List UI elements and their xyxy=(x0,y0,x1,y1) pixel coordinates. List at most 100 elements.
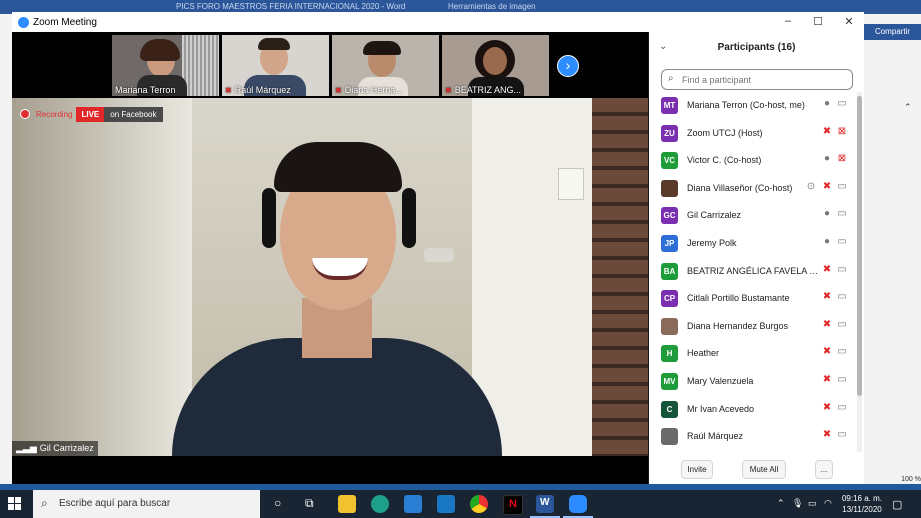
thumbnail-name: Mariana Terron xyxy=(115,85,176,95)
edge-icon[interactable] xyxy=(371,495,389,513)
muted-mic-icon[interactable]: ✖ xyxy=(821,126,833,137)
invite-button[interactable]: Invite xyxy=(681,460,713,479)
participant-name: Diana Hernandez Burgos xyxy=(687,320,789,331)
muted-mic-icon[interactable]: ✖ xyxy=(821,374,833,385)
participant-row[interactable]: GC Gil Carrizalez ● ▭ xyxy=(649,202,855,229)
zoom-logo-icon xyxy=(18,17,29,28)
word-context-tab[interactable]: Herramientas de imagen xyxy=(448,2,536,11)
thumbnail-name: ✖ BEATRIZ ANG... xyxy=(445,85,522,95)
notifications-icon[interactable]: ▢ xyxy=(892,498,902,511)
participant-search[interactable]: ⌕ xyxy=(661,69,853,90)
word-doc-title: PICS FORO MAESTROS FERIA INTERNACIONAL 2… xyxy=(176,2,406,11)
participant-row[interactable]: C Mr Ivan Acevedo ✖ ▭ xyxy=(649,396,855,423)
camera-icon[interactable]: ▭ xyxy=(835,236,849,247)
mail-icon[interactable] xyxy=(404,495,422,513)
muted-mic-icon[interactable]: ✖ xyxy=(821,181,833,192)
muted-mic-icon[interactable]: ✖ xyxy=(821,429,833,440)
participant-row[interactable]: JP Jeremy Polk ● ▭ xyxy=(649,230,855,257)
camera-icon[interactable]: ▭ xyxy=(835,264,849,275)
camera-icon[interactable]: ▭ xyxy=(835,98,849,109)
clock-time: 09:16 a. m. xyxy=(841,494,883,503)
cortana-icon[interactable]: ○ xyxy=(274,496,281,510)
mic-icon[interactable]: ● xyxy=(821,153,833,164)
camera-icon[interactable]: ▭ xyxy=(835,181,849,192)
avatar xyxy=(661,179,678,197)
mute-all-button[interactable]: Mute All xyxy=(742,460,786,479)
window-title: Zoom Meeting xyxy=(33,17,97,28)
muted-mic-icon[interactable]: ✖ xyxy=(821,319,833,330)
camera-off-icon[interactable]: ⊠ xyxy=(835,126,849,137)
camera-icon[interactable]: ▭ xyxy=(835,319,849,330)
thumbnail-video[interactable]: ✖ Diana Herna... xyxy=(332,35,439,96)
taskbar-search[interactable]: ⌕ Escribe aquí para buscar xyxy=(33,490,260,518)
start-button[interactable] xyxy=(8,497,22,511)
facebook-badge[interactable]: on Facebook xyxy=(104,106,163,122)
netflix-icon[interactable]: N xyxy=(503,495,523,515)
participant-name: Mary Valenzuela xyxy=(687,376,754,386)
camera-icon[interactable]: ▭ xyxy=(835,374,849,385)
camera-icon[interactable]: ▭ xyxy=(835,429,849,440)
word-zoom-level[interactable]: 100 % xyxy=(864,476,921,483)
participant-row[interactable]: MT Mariana Terron (Co-host, me) ● ▭ xyxy=(649,92,855,119)
participant-name: BEATRIZ ANGÉLICA FAVELA SAN... xyxy=(687,265,822,276)
muted-mic-icon[interactable]: ✖ xyxy=(821,346,833,357)
mic-icon[interactable]: ● xyxy=(821,98,833,109)
camera-icon[interactable]: ▭ xyxy=(835,208,849,219)
recording-label: Recording xyxy=(36,109,73,119)
participant-row[interactable]: Diana Hernandez Burgos ✖ ▭ xyxy=(649,313,855,340)
maximize-button[interactable]: ☐ xyxy=(811,15,825,28)
participant-row[interactable]: Diana Villaseñor (Co-host) ⊙ ✖ ▭ xyxy=(649,175,855,202)
camera-off-icon[interactable]: ⊠ xyxy=(835,153,849,164)
participant-row[interactable]: H Heather ✖ ▭ xyxy=(649,340,855,367)
live-badge[interactable]: LIVE xyxy=(76,106,105,122)
next-page-button[interactable]: › xyxy=(557,55,579,77)
participant-name: Citlali Portillo Bustamante xyxy=(687,293,790,304)
muted-mic-icon[interactable]: ✖ xyxy=(821,291,833,302)
zoom-icon[interactable] xyxy=(569,495,587,513)
camera-icon[interactable]: ▭ xyxy=(835,402,849,413)
muted-mic-icon[interactable]: ✖ xyxy=(821,264,833,275)
search-icon: ⌕ xyxy=(41,496,48,510)
scrollbar-thumb[interactable] xyxy=(857,96,862,396)
thumbnail-video[interactable]: ✖ BEATRIZ ANG... xyxy=(442,35,549,96)
search-input[interactable] xyxy=(680,72,849,88)
active-speaker-video[interactable]: Recording LIVE on Facebook ▂▃▅ Gil Carriz… xyxy=(12,98,648,456)
participant-row[interactable]: BA BEATRIZ ANGÉLICA FAVELA SAN... ✖ ▭ xyxy=(649,258,855,285)
more-options-button[interactable]: ... xyxy=(815,460,833,479)
chrome-icon[interactable] xyxy=(470,495,488,513)
mic-icon[interactable]: ● xyxy=(821,236,833,247)
search-icon: ⌕ xyxy=(668,73,674,84)
participant-row[interactable]: MV Mary Valenzuela ✖ ▭ xyxy=(649,368,855,395)
minimize-button[interactable]: – xyxy=(781,15,795,27)
battery-icon[interactable]: ▭ xyxy=(808,498,817,509)
thumbnail-video[interactable]: ✖ Raúl Márquez xyxy=(222,35,329,96)
word-right-margin: Compartir ⌃ 100 % xyxy=(864,14,921,484)
chevron-up-icon[interactable]: ⌃ xyxy=(777,498,785,509)
panel-header: ⌄ Participants (16) xyxy=(649,32,864,62)
file-explorer-icon[interactable] xyxy=(338,495,356,513)
participant-row[interactable]: VC Victor C. (Co-host) ● ⊠ xyxy=(649,147,855,174)
muted-mic-icon: ✖ xyxy=(335,86,342,95)
thumbnail-video[interactable]: Mariana Terron xyxy=(112,35,219,96)
wifi-icon[interactable]: ◠ xyxy=(824,498,832,509)
recording-icon xyxy=(20,109,30,119)
share-button[interactable]: Compartir xyxy=(864,24,921,40)
camera-icon[interactable]: ▭ xyxy=(835,346,849,357)
participant-name: Mr Ivan Acevedo xyxy=(687,403,755,414)
participant-row[interactable]: CP Citlali Portillo Bustamante ✖ ▭ xyxy=(649,285,855,312)
photos-icon[interactable] xyxy=(437,495,455,513)
muted-mic-icon[interactable]: ✖ xyxy=(821,402,833,413)
avatar: C xyxy=(661,400,678,418)
avatar xyxy=(661,317,678,335)
participant-row[interactable]: ZU Zoom UTCJ (Host) ✖ ⊠ xyxy=(649,120,855,147)
participant-name: Raúl Márquez xyxy=(687,431,744,442)
task-view-icon[interactable]: ⧉ xyxy=(305,496,314,511)
word-icon[interactable]: W xyxy=(536,495,554,513)
close-button[interactable]: ✕ xyxy=(842,15,856,28)
participant-row[interactable]: Raúl Márquez ✖ ▭ xyxy=(649,423,855,450)
microphone-icon[interactable]: 🎙 xyxy=(792,498,803,509)
collapse-ribbon-icon[interactable]: ⌃ xyxy=(904,102,912,113)
mic-icon[interactable]: ● xyxy=(821,208,833,219)
system-clock[interactable]: 09:16 a. m. 13/11/2020 xyxy=(838,493,886,515)
camera-icon[interactable]: ▭ xyxy=(835,291,849,302)
